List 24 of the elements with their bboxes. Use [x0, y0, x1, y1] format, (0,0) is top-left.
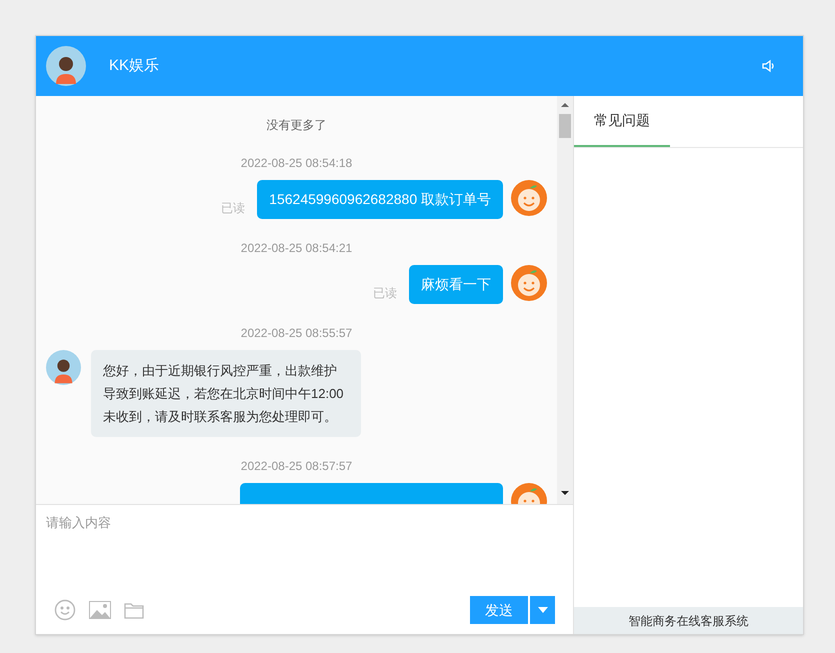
timestamp: 2022-08-25 08:57:57 — [240, 458, 352, 475]
timestamp: 2022-08-25 08:54:21 — [240, 240, 352, 257]
sent-message-bubble: 麻烦看一下 — [409, 265, 503, 304]
emoji-icon[interactable] — [54, 599, 76, 621]
received-message-bubble: 您好，由于近期银行风控严重，出款维护导致到账延迟，若您在北京时间中午12:00未收到，请及时联系客服为您处理即可。 — [91, 350, 361, 437]
smiley-avatar-icon — [511, 265, 547, 301]
no-more-text: 没有更多了 — [266, 117, 326, 134]
chat-title: KK娱乐 — [109, 56, 160, 76]
message-input[interactable]: 请输入内容 — [36, 505, 573, 596]
faq-tab[interactable]: 常见问题 — [574, 96, 670, 147]
read-status: 已读 — [373, 285, 397, 302]
scrollbar[interactable] — [557, 96, 573, 504]
smiley-avatar-icon — [511, 180, 547, 216]
avatar-silhouette-icon — [46, 350, 81, 385]
caret-icon — [538, 607, 548, 613]
send-options-button[interactable] — [530, 596, 555, 624]
folder-icon[interactable] — [124, 602, 144, 618]
timestamp: 2022-08-25 08:55:57 — [240, 325, 352, 342]
timestamp: 2022-08-25 08:54:18 — [240, 155, 352, 172]
footer-text: 智能商务在线客服系统 — [628, 612, 748, 630]
read-status: 已读 — [221, 200, 246, 217]
image-icon[interactable] — [89, 601, 111, 619]
sent-message-bubble: 1562459960962682880 取款订单号 — [257, 180, 503, 219]
avatar-silhouette-icon — [46, 46, 86, 86]
